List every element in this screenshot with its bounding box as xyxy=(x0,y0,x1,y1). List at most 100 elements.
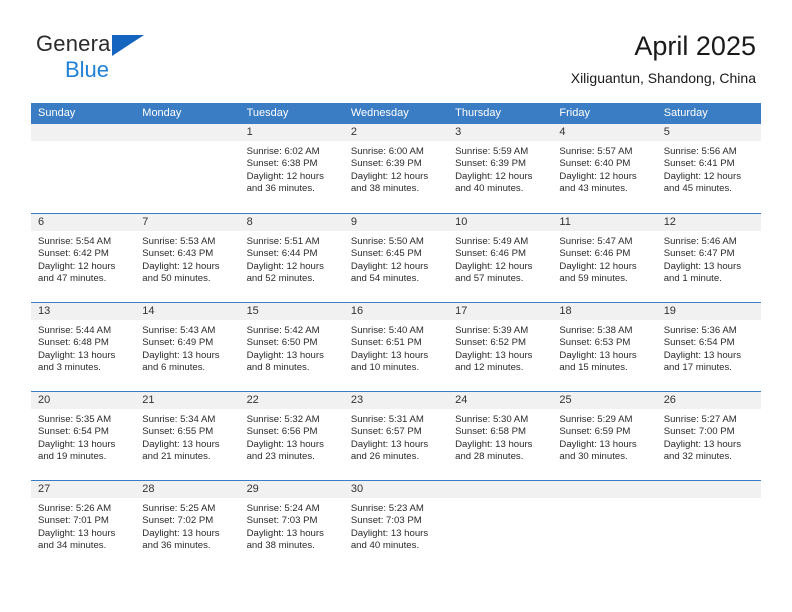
day-detail-text: Sunrise: 5:27 AM Sunset: 7:00 PM Daylight:… xyxy=(657,409,761,464)
day-detail-line: Sunrise: 5:36 AM xyxy=(663,325,737,336)
day-detail-line: Daylight: 12 hours xyxy=(38,260,116,272)
day-detail-line: Sunrise: 5:38 AM xyxy=(559,325,633,336)
day-number: 27 xyxy=(31,481,136,498)
day-detail-line: Daylight: 13 hours xyxy=(350,349,429,361)
calendar-day-cell-empty xyxy=(135,124,240,213)
day-detail-line: Sunrise: 6:00 AM xyxy=(350,146,424,157)
calendar-day-cell[interactable]: 12 Sunrise: 5:46 AM Sunset: 6:47 PM Dayligh… xyxy=(656,214,761,302)
calendar-day-cell[interactable]: 22 Sunrise: 5:32 AM Sunset: 6:56 PM Dayligh… xyxy=(239,392,344,480)
day-detail-line: Sunset: 6:45 PM xyxy=(350,248,422,260)
calendar-day-cell[interactable]: 18 Sunrise: 5:38 AM Sunset: 6:53 PM Dayligh… xyxy=(552,303,657,391)
day-detail-line: Daylight: 13 hours xyxy=(663,349,742,361)
day-detail-text: Sunrise: 5:42 AM Sunset: 6:50 PM Daylight:… xyxy=(240,320,344,375)
calendar-day-cell[interactable]: 11 Sunrise: 5:47 AM Sunset: 6:46 PM Dayligh… xyxy=(552,214,657,302)
calendar-day-cell[interactable]: 25 Sunrise: 5:29 AM Sunset: 6:59 PM Dayligh… xyxy=(552,392,657,480)
day-detail-line: and 32 minutes. xyxy=(663,451,732,463)
calendar-day-cell[interactable]: 13 Sunrise: 5:44 AM Sunset: 6:48 PM Dayligh… xyxy=(31,303,136,391)
day-detail-line: Sunrise: 5:39 AM xyxy=(455,325,529,336)
day-detail-text: Sunrise: 5:53 AM Sunset: 6:43 PM Daylight:… xyxy=(135,231,239,286)
day-detail-line: Sunset: 6:59 PM xyxy=(559,426,631,438)
day-detail-line: Daylight: 12 hours xyxy=(559,170,637,182)
day-number: 5 xyxy=(656,124,761,141)
calendar-day-cell[interactable]: 16 Sunrise: 5:40 AM Sunset: 6:51 PM Dayligh… xyxy=(343,303,449,391)
calendar-day-cell[interactable]: 1 Sunrise: 6:02 AM Sunset: 6:38 PM Daylight… xyxy=(239,124,344,213)
day-detail-line: Sunset: 6:47 PM xyxy=(663,248,735,260)
calendar-day-cell[interactable]: 2 Sunrise: 6:00 AM Sunset: 6:39 PM Daylight… xyxy=(343,124,449,213)
logo-text-general: General xyxy=(36,31,116,56)
day-detail-line: and 54 minutes. xyxy=(350,273,420,285)
day-detail-line: Daylight: 12 hours xyxy=(455,170,533,182)
day-number xyxy=(31,124,136,141)
day-detail-line: Sunset: 6:48 PM xyxy=(38,337,109,349)
day-detail-text: Sunrise: 5:47 AM Sunset: 6:46 PM Daylight:… xyxy=(552,231,656,286)
calendar-day-cell[interactable]: 24 Sunrise: 5:30 AM Sunset: 6:58 PM Dayligh… xyxy=(448,392,553,480)
calendar-day-cell[interactable]: 23 Sunrise: 5:31 AM Sunset: 6:57 PM Dayligh… xyxy=(343,392,449,480)
calendar-day-cell[interactable]: 6 Sunrise: 5:54 AM Sunset: 6:42 PM Daylight… xyxy=(31,214,136,302)
day-detail-line: and 21 minutes. xyxy=(142,451,211,463)
day-detail-line: Sunset: 6:39 PM xyxy=(455,158,527,170)
day-number: 8 xyxy=(239,214,344,231)
calendar-day-cell[interactable]: 29 Sunrise: 5:24 AM Sunset: 7:03 PM Dayligh… xyxy=(239,481,344,569)
day-detail-text: Sunrise: 5:30 AM Sunset: 6:58 PM Daylight:… xyxy=(448,409,552,464)
day-detail-line: Sunset: 6:49 PM xyxy=(142,337,214,349)
calendar-day-cell[interactable]: 7 Sunrise: 5:53 AM Sunset: 6:43 PM Daylight… xyxy=(135,214,240,302)
day-detail-line: Sunset: 6:42 PM xyxy=(38,248,109,260)
day-detail-line: Sunset: 6:54 PM xyxy=(663,337,735,349)
calendar-day-cell[interactable]: 21 Sunrise: 5:34 AM Sunset: 6:55 PM Dayligh… xyxy=(135,392,240,480)
day-detail-line: Sunset: 7:03 PM xyxy=(246,515,318,527)
calendar-day-cell-empty xyxy=(31,124,136,213)
day-detail-line: and 1 minute. xyxy=(663,273,722,285)
page-title: April 2025 xyxy=(634,31,756,61)
day-detail-line: and 19 minutes. xyxy=(38,451,107,463)
day-detail-line: and 6 minutes. xyxy=(142,362,206,374)
day-detail-line: Sunrise: 5:40 AM xyxy=(350,325,424,336)
page-subtitle-location: Xiliguantun, Shandong, China xyxy=(570,70,756,86)
day-detail-line: Sunset: 7:02 PM xyxy=(142,515,214,527)
day-detail-line: Sunrise: 5:27 AM xyxy=(663,414,737,425)
day-detail-text: Sunrise: 5:23 AM Sunset: 7:03 PM Daylight:… xyxy=(344,498,448,553)
day-detail-line: Daylight: 13 hours xyxy=(663,438,742,450)
day-detail-line: Daylight: 12 hours xyxy=(246,170,324,182)
day-detail-line: and 38 minutes. xyxy=(246,540,315,552)
calendar-day-cell[interactable]: 26 Sunrise: 5:27 AM Sunset: 7:00 PM Dayligh… xyxy=(656,392,761,480)
day-detail-line: Daylight: 13 hours xyxy=(455,438,533,450)
day-detail-line: and 52 minutes. xyxy=(246,273,315,285)
day-detail-line: Sunset: 6:46 PM xyxy=(559,248,631,260)
weekday-header-tuesday: Tuesday xyxy=(246,107,289,119)
general-blue-logo[interactable]: General Blue xyxy=(36,33,256,89)
day-detail-line: Sunrise: 5:31 AM xyxy=(350,414,424,425)
calendar-day-cell[interactable]: 8 Sunrise: 5:51 AM Sunset: 6:44 PM Daylight… xyxy=(239,214,344,302)
day-number: 25 xyxy=(552,392,657,409)
day-detail-line: Daylight: 12 hours xyxy=(663,170,742,182)
calendar-day-cell[interactable]: 5 Sunrise: 5:56 AM Sunset: 6:41 PM Daylight… xyxy=(656,124,761,213)
weekday-header-saturday: Saturday xyxy=(663,107,708,119)
day-detail-line: Sunset: 6:53 PM xyxy=(559,337,631,349)
calendar-day-cell[interactable]: 28 Sunrise: 5:25 AM Sunset: 7:02 PM Dayligh… xyxy=(135,481,240,569)
calendar-day-cell[interactable]: 14 Sunrise: 5:43 AM Sunset: 6:49 PM Dayligh… xyxy=(135,303,240,391)
day-detail-line: Daylight: 12 hours xyxy=(142,260,220,272)
day-detail-text: Sunrise: 5:59 AM Sunset: 6:39 PM Daylight:… xyxy=(448,141,552,196)
day-detail-line: Daylight: 13 hours xyxy=(350,438,429,450)
day-detail-line: and 40 minutes. xyxy=(350,540,420,552)
calendar-day-cell[interactable]: 19 Sunrise: 5:36 AM Sunset: 6:54 PM Dayligh… xyxy=(656,303,761,391)
calendar-day-cell[interactable]: 4 Sunrise: 5:57 AM Sunset: 6:40 PM Daylight… xyxy=(552,124,657,213)
calendar-day-cell[interactable]: 20 Sunrise: 5:35 AM Sunset: 6:54 PM Dayligh… xyxy=(31,392,136,480)
calendar-day-cell[interactable]: 30 Sunrise: 5:23 AM Sunset: 7:03 PM Dayligh… xyxy=(343,481,449,569)
calendar-day-cell[interactable]: 3 Sunrise: 5:59 AM Sunset: 6:39 PM Daylight… xyxy=(448,124,553,213)
day-detail-line: and 8 minutes. xyxy=(246,362,310,374)
day-detail-text: Sunrise: 5:40 AM Sunset: 6:51 PM Daylight:… xyxy=(344,320,448,375)
weekday-header-monday: Monday xyxy=(142,107,182,119)
day-detail-line: and 23 minutes. xyxy=(246,451,315,463)
calendar-day-cell[interactable]: 27 Sunrise: 5:26 AM Sunset: 7:01 PM Dayligh… xyxy=(31,481,136,569)
day-detail-line: Sunrise: 5:44 AM xyxy=(38,325,112,336)
calendar-day-cell-empty xyxy=(656,481,761,569)
day-detail-line: Sunset: 7:00 PM xyxy=(663,426,735,438)
day-detail-text: Sunrise: 5:25 AM Sunset: 7:02 PM Daylight:… xyxy=(135,498,239,553)
calendar-day-cell[interactable]: 10 Sunrise: 5:49 AM Sunset: 6:46 PM Dayligh… xyxy=(448,214,553,302)
day-detail-line: and 34 minutes. xyxy=(38,540,107,552)
calendar-day-cell[interactable]: 15 Sunrise: 5:42 AM Sunset: 6:50 PM Dayligh… xyxy=(239,303,344,391)
day-number: 28 xyxy=(135,481,240,498)
calendar-week-row: 20 Sunrise: 5:35 AM Sunset: 6:54 PM Dayligh… xyxy=(31,391,761,480)
calendar-day-cell[interactable]: 9 Sunrise: 5:50 AM Sunset: 6:45 PM Daylight… xyxy=(343,214,449,302)
calendar-day-cell[interactable]: 17 Sunrise: 5:39 AM Sunset: 6:52 PM Dayligh… xyxy=(448,303,553,391)
